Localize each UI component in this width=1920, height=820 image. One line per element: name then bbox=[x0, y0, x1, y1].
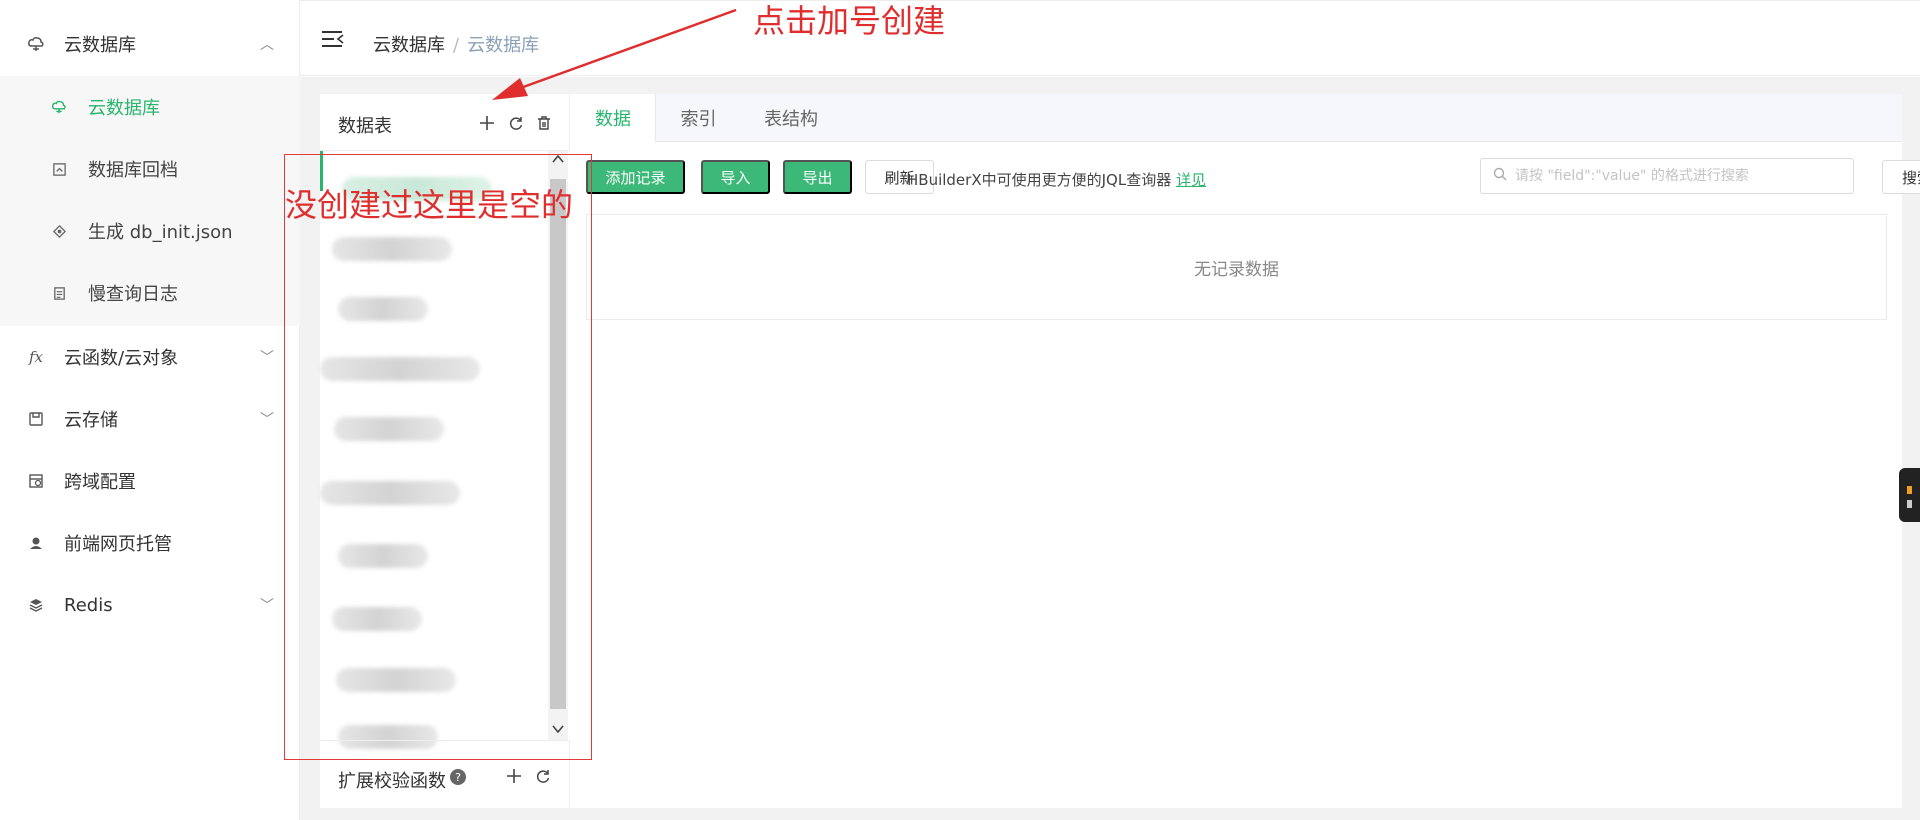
breadcrumb-separator: / bbox=[453, 35, 460, 56]
sidebar-subitem-cloud-db[interactable]: 云数据库 bbox=[0, 76, 300, 138]
cors-icon bbox=[26, 471, 46, 491]
sidebar-submenu: 云数据库 数据库回档 生成 db_init.json 慢查询日志 bbox=[0, 76, 300, 326]
cloud-db-icon bbox=[26, 34, 46, 54]
extension-toolbar bbox=[505, 767, 551, 790]
sidebar-item-functions[interactable]: fx 云函数/云对象 ﹀ bbox=[0, 326, 300, 388]
menu-collapse-icon[interactable] bbox=[322, 31, 344, 49]
sidebar-subitem-label: 慢查询日志 bbox=[88, 284, 178, 305]
hosting-icon bbox=[26, 533, 46, 553]
sidebar-item-label: 云函数/云对象 bbox=[64, 348, 179, 369]
breadcrumb-current: 云数据库 bbox=[467, 35, 540, 56]
sidebar-item-label: 跨域配置 bbox=[64, 472, 136, 493]
sidebar-item-label: 云数据库 bbox=[64, 35, 136, 56]
add-record-button[interactable]: 添加记录 bbox=[586, 160, 685, 194]
refresh-icon[interactable] bbox=[508, 114, 524, 137]
fx-icon: fx bbox=[28, 348, 43, 366]
tables-title: 数据表 bbox=[338, 116, 392, 137]
chevron-down-icon: ﹀ bbox=[260, 598, 274, 614]
data-toolbar: 添加记录 导入 导出 刷新 HBuilderX中可使用更方便的JQL查询器 详见… bbox=[571, 152, 1920, 202]
refresh-icon[interactable] bbox=[535, 767, 551, 790]
annotation-click-plus: 点击加号创建 bbox=[753, 2, 946, 40]
sidebar-item-storage[interactable]: 云存储 ﹀ bbox=[0, 388, 300, 450]
chevron-up-icon: ︿ bbox=[260, 37, 274, 53]
tab-schema[interactable]: 表结构 bbox=[741, 94, 841, 142]
annotation-empty-note: 没创建过这里是空的 bbox=[285, 186, 574, 224]
sidebar-item-cloud-db[interactable]: 云数据库 ︿ bbox=[0, 13, 300, 75]
extension-label: 扩展校验函数 bbox=[338, 771, 446, 792]
top-header: 云数据库 / 云数据库 bbox=[300, 0, 1920, 76]
import-button[interactable]: 导入 bbox=[701, 160, 770, 194]
side-widget[interactable] bbox=[1899, 468, 1920, 522]
jql-hint: HBuilderX中可使用更方便的JQL查询器 详见 bbox=[907, 169, 1206, 190]
generate-icon bbox=[50, 222, 68, 240]
sidebar-item-label: Redis bbox=[64, 594, 113, 616]
breadcrumb-item[interactable]: 云数据库 bbox=[373, 35, 445, 56]
help-icon[interactable]: ? bbox=[450, 769, 466, 785]
add-function-icon[interactable] bbox=[505, 767, 523, 790]
export-button[interactable]: 导出 bbox=[783, 160, 852, 194]
empty-records: 无记录数据 bbox=[586, 214, 1887, 320]
sidebar: 云数据库 ︿ 云数据库 数据库回档 生成 db_init.json 慢查询日志 … bbox=[0, 0, 300, 820]
sidebar-item-hosting[interactable]: 前端网页托管 bbox=[0, 512, 300, 574]
log-icon bbox=[50, 284, 68, 302]
tab-bar: 数据 索引 表结构 bbox=[571, 94, 1902, 142]
tables-toolbar bbox=[478, 114, 552, 137]
redis-icon bbox=[26, 595, 46, 615]
search-box bbox=[1480, 158, 1854, 194]
search-icon bbox=[1493, 167, 1507, 185]
details-link[interactable]: 详见 bbox=[1176, 171, 1206, 189]
tab-index[interactable]: 索引 bbox=[656, 94, 741, 142]
chevron-down-icon: ﹀ bbox=[260, 350, 274, 366]
search-button[interactable]: 搜索 bbox=[1882, 160, 1920, 194]
jql-hint-text: HBuilderX中可使用更方便的JQL查询器 bbox=[907, 171, 1172, 189]
main-column: 数据 索引 表结构 添加记录 导入 导出 刷新 HBuilderX中可使用更方便… bbox=[571, 94, 1920, 808]
sidebar-subitem-label: 生成 db_init.json bbox=[88, 222, 233, 243]
sidebar-subitem-label: 云数据库 bbox=[88, 98, 160, 119]
storage-icon bbox=[26, 409, 46, 429]
sidebar-item-cors[interactable]: 跨域配置 bbox=[0, 450, 300, 512]
sidebar-item-redis[interactable]: Redis ﹀ bbox=[0, 574, 300, 636]
sidebar-subitem-rollback[interactable]: 数据库回档 bbox=[0, 138, 300, 200]
sidebar-item-label: 前端网页托管 bbox=[64, 534, 172, 555]
sidebar-subitem-label: 数据库回档 bbox=[88, 160, 178, 181]
chevron-down-icon: ﹀ bbox=[260, 412, 274, 428]
annotation-highlight-box bbox=[284, 154, 592, 760]
breadcrumb: 云数据库 / 云数据库 bbox=[373, 31, 539, 57]
rollback-icon bbox=[50, 160, 68, 178]
tab-data[interactable]: 数据 bbox=[571, 94, 656, 142]
cloud-db-icon bbox=[50, 98, 68, 116]
sidebar-subitem-slowlog[interactable]: 慢查询日志 bbox=[0, 262, 300, 324]
sidebar-item-label: 云存储 bbox=[64, 410, 118, 431]
sidebar-subitem-generate[interactable]: 生成 db_init.json bbox=[0, 200, 300, 262]
search-input[interactable] bbox=[1515, 165, 1845, 187]
delete-icon[interactable] bbox=[536, 114, 552, 137]
add-table-icon[interactable] bbox=[478, 114, 496, 137]
